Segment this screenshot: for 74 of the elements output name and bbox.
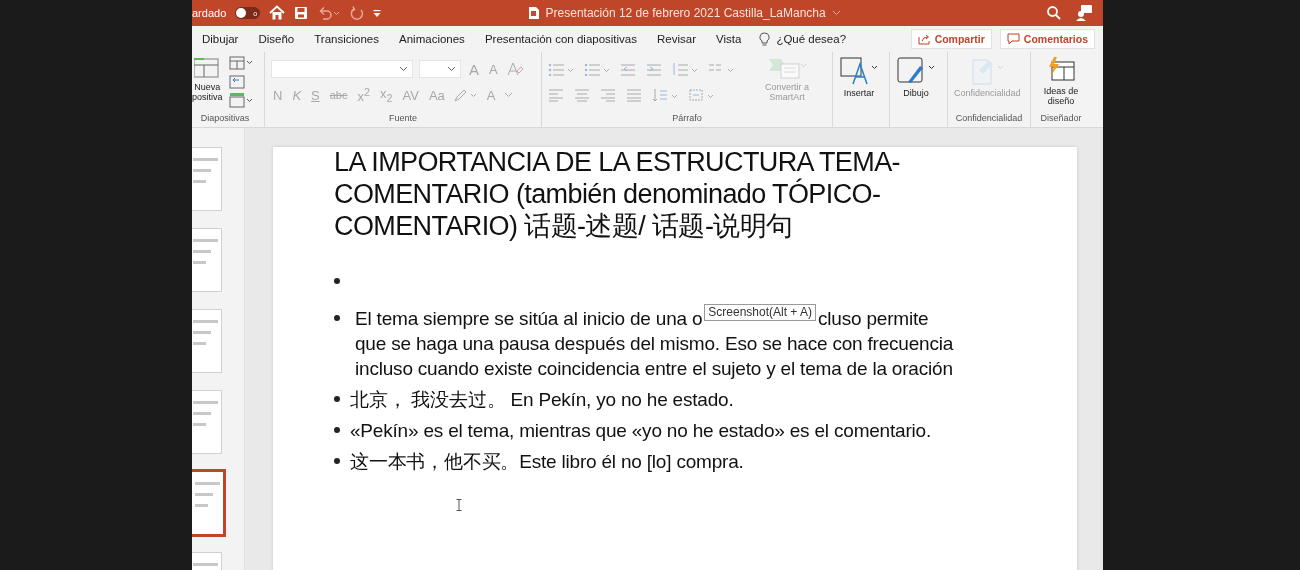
- group-label: Confidencialidad: [954, 113, 1024, 125]
- group-label: Párrafo: [671, 113, 703, 125]
- chevron-down-icon: [447, 66, 456, 72]
- chevron-down-icon[interactable]: [831, 10, 841, 16]
- comments-button[interactable]: Comentarios: [999, 29, 1095, 49]
- bullet-text: 这一本书，他不买。Este libro él no [lo] compra.: [350, 449, 745, 474]
- slide-thumbnail[interactable]: [192, 469, 226, 537]
- chevron-down-icon: [399, 66, 408, 72]
- ribbon-tab[interactable]: Vista: [716, 31, 742, 47]
- share-icon: [917, 33, 931, 45]
- clear-formatting-icon[interactable]: [505, 61, 524, 77]
- ribbon-tab[interactable]: Transiciones: [314, 31, 380, 47]
- bulleted-list-icon[interactable]: [548, 62, 574, 76]
- increase-indent-icon[interactable]: [646, 62, 662, 76]
- ribbon-tab[interactable]: Diseño: [258, 31, 295, 47]
- share-button[interactable]: Compartir: [910, 29, 992, 49]
- design-ideas-button[interactable]: Ideas de diseño: [1037, 56, 1085, 107]
- brush-canvas-icon: [896, 56, 936, 86]
- numbered-list-icon[interactable]: [584, 62, 610, 76]
- text-cursor-icon: [456, 499, 462, 511]
- ribbon-tab[interactable]: Revisar: [657, 31, 696, 47]
- highlighter-icon[interactable]: [452, 87, 479, 103]
- redo-icon[interactable]: [350, 6, 365, 20]
- lightbulb-icon: [759, 31, 771, 47]
- ribbon-tab[interactable]: Animaciones: [399, 31, 465, 47]
- chevron-down-icon[interactable]: [503, 92, 513, 98]
- new-slide-button[interactable]: Nueva positiva: [192, 56, 223, 102]
- align-left-icon[interactable]: [548, 88, 564, 102]
- shape-text-icon: [839, 56, 879, 86]
- slide-title: LA IMPORTANCIA DE LA ESTRUCTURA TEMA-COMENTARIO (también denominado TÓPICO-COMENTARIO) 话题-述题/ 话题-说明句: [334, 147, 901, 243]
- font-size-dropdown[interactable]: [419, 60, 461, 78]
- align-center-icon[interactable]: [574, 88, 590, 102]
- group-label: Diapositivas: [199, 113, 251, 125]
- document-icon: [527, 6, 540, 20]
- slide-layout-icon: [194, 56, 221, 78]
- design-ideas-icon: [1046, 56, 1076, 84]
- bullet-icon: [334, 315, 340, 322]
- bullet-icon: [334, 396, 340, 403]
- insert-button[interactable]: Insertar: [839, 56, 879, 99]
- bullet-text: que se haga una pausa después del mismo. Eso se hace con frecuencia incluso cuando existe coincidencia entre el sujeto y el tema de la oración: [355, 331, 955, 381]
- customize-toolbar-icon[interactable]: [373, 8, 382, 18]
- drawing-button[interactable]: Dibujo: [896, 56, 936, 99]
- save-icon[interactable]: [294, 6, 309, 20]
- bullet-text: cluso permite: [818, 306, 929, 331]
- layout-icon[interactable]: [228, 56, 253, 72]
- align-text-icon[interactable]: [688, 88, 714, 102]
- text-direction-icon[interactable]: [652, 88, 678, 102]
- bullet-icon: [334, 458, 340, 465]
- section-icon[interactable]: [228, 92, 253, 108]
- bullet-text: «Pekín» es el tema, mientras que «yo no he estado» es el comentario.: [350, 418, 933, 443]
- justify-icon[interactable]: [626, 88, 642, 102]
- tooltip: Screenshot(Alt + A): [704, 303, 817, 321]
- font-name-dropdown[interactable]: [271, 60, 413, 78]
- home-icon[interactable]: [269, 5, 286, 21]
- line-spacing-icon[interactable]: [672, 62, 698, 76]
- search-icon[interactable]: [1047, 6, 1061, 20]
- bullet-icon: [334, 427, 340, 434]
- group-label: Fuente: [388, 113, 418, 125]
- group-label: Diseñador: [1039, 113, 1083, 125]
- speech-bubble-icon: [1006, 33, 1020, 45]
- decrease-indent-icon[interactable]: [620, 62, 636, 76]
- convert-smartart-button[interactable]: Convertir a SmartArt: [748, 56, 826, 110]
- smartart-icon: [767, 56, 807, 80]
- bullet-icon: [334, 278, 340, 285]
- ribbon-tab[interactable]: Dibujar: [202, 31, 239, 47]
- person-chat-icon[interactable]: [1075, 4, 1093, 22]
- align-right-icon[interactable]: [600, 88, 616, 102]
- autosave-label: ardado: [192, 7, 227, 19]
- tell-me-search[interactable]: ¿Qué desea?: [759, 31, 847, 47]
- bullet-text: 北京， 我没去过。 En Pekín, yo no he estado.: [350, 387, 735, 412]
- bullet-text: El tema siempre se sitúa al inicio de una o: [355, 306, 703, 331]
- document-title: Presentación 12 de febrero 2021 Castilla_LaMancha: [545, 6, 826, 20]
- undo-icon[interactable]: [317, 6, 342, 20]
- ribbon-tab[interactable]: Presentación con diapositivas: [484, 31, 638, 47]
